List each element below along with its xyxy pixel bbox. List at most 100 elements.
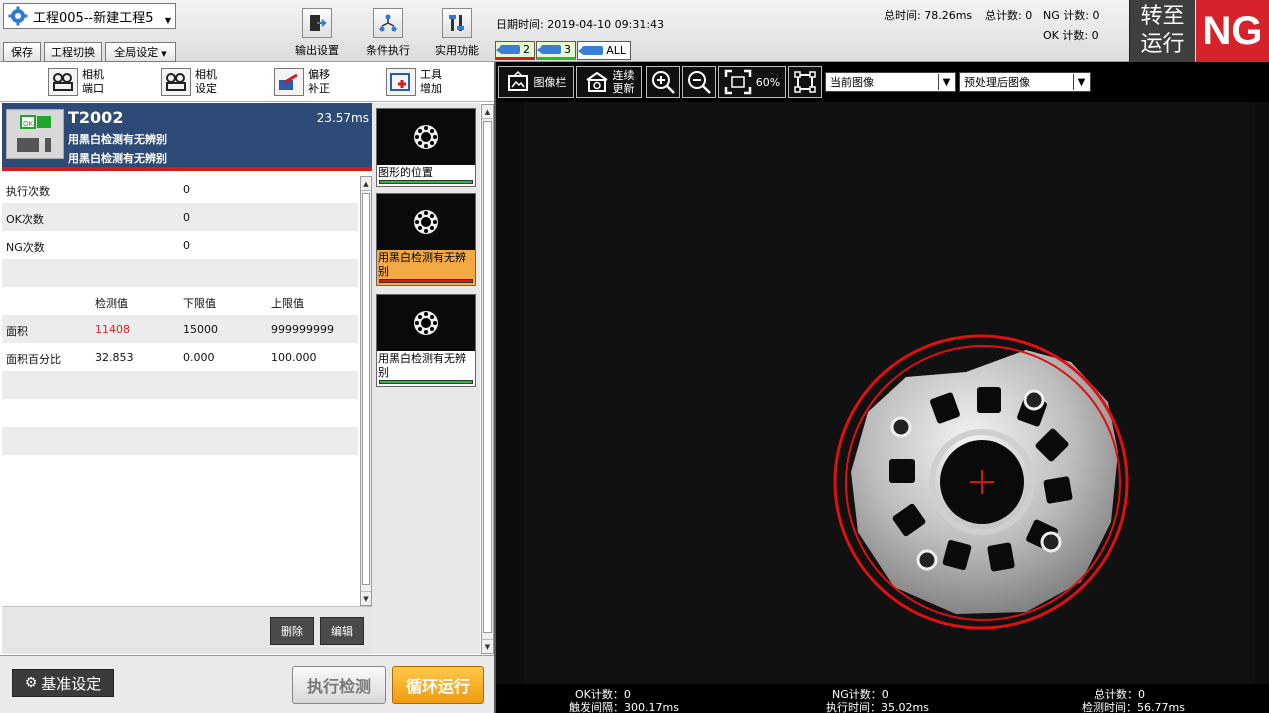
- tools-icon: [442, 8, 472, 38]
- image-icon: [507, 70, 528, 91]
- ok-count: OK 计数: 0: [1043, 29, 1099, 42]
- ng-count: NG 计数: 0: [1043, 9, 1100, 22]
- chevron-down-icon[interactable]: ▼: [482, 639, 493, 653]
- add-tool-button[interactable]: 工具 增加: [386, 68, 442, 96]
- global-settings-button[interactable]: 全局设定 ▼: [105, 42, 176, 62]
- tool-thumbnail: OK: [6, 109, 64, 159]
- exec-time: 执行时间：35.02ms: [826, 701, 929, 713]
- current-image-select[interactable]: 当前图像 ▼: [825, 72, 956, 92]
- status-bar-ng: [379, 279, 473, 283]
- zoom-in-icon: [652, 71, 675, 94]
- add-tool-icon: [386, 68, 416, 96]
- utility-button[interactable]: 实用功能: [435, 8, 479, 58]
- parameter-footer: 删除 编辑: [2, 606, 372, 654]
- zoom-out-icon: [688, 71, 711, 94]
- table-row: OK次数 0: [2, 203, 358, 231]
- camera-all-button[interactable]: ALL: [577, 41, 631, 60]
- save-button[interactable]: 保存: [3, 42, 41, 62]
- total-time: 总时间: 78.26ms: [884, 9, 973, 22]
- offset-icon: [274, 68, 304, 96]
- table-row: [2, 259, 358, 287]
- tool-description: 用黑白检测有无辨别: [68, 133, 167, 146]
- project-switch-button[interactable]: 工程切换: [44, 42, 102, 62]
- loop-run-button[interactable]: 循环运行: [392, 666, 484, 704]
- top-toolbar: 工程005--新建工程5 ▼ 保存 工程切换 全局设定 ▼ 输出设置 条件执行 实…: [0, 0, 1269, 62]
- table-row: 执行次数 0: [6, 183, 190, 198]
- processed-image-select[interactable]: 预处理后图像 ▼: [959, 72, 1091, 92]
- total-count: 总计数: 0: [985, 9, 1033, 22]
- camera-settings-icon: [161, 68, 191, 96]
- status-bar-ok: [379, 180, 473, 184]
- chevron-down-icon: ▼: [1073, 74, 1089, 90]
- table-header-row: 检测值 下限值 上限值: [95, 297, 304, 310]
- camera-icon: [496, 45, 520, 54]
- chevron-down-icon: ▼: [164, 16, 171, 25]
- bottom-action-bar: ⚙ 基准设定 执行检测 循环运行: [0, 655, 494, 713]
- edit-button[interactable]: 编辑: [320, 617, 364, 645]
- tool-thumbnail: [377, 295, 475, 351]
- branch-icon: [373, 8, 403, 38]
- refresh-camera-icon: [585, 71, 608, 92]
- table-row[interactable]: 面积 11408 15000 999999999: [2, 315, 358, 343]
- camera-3-button[interactable]: 3: [536, 41, 576, 60]
- camera-icon: [577, 46, 604, 55]
- tool-thumbnail: [377, 194, 475, 250]
- list-item[interactable]: 用黑白检测有无辨别: [376, 294, 476, 387]
- image-viewer[interactable]: [496, 102, 1269, 684]
- image-bar-button[interactable]: 图像栏: [498, 66, 574, 98]
- scrollbar-thumb[interactable]: [483, 121, 492, 633]
- fit-zoom-button[interactable]: 60%: [718, 66, 786, 98]
- settings-icon: ⚙: [24, 675, 38, 691]
- go-to-run-button[interactable]: 转至 运行: [1129, 0, 1195, 62]
- trigger-interval: 触发间隔：300.17ms: [569, 701, 679, 713]
- status-bar-ok: [379, 380, 473, 384]
- table-row[interactable]: 面积百分比 32.853 0.000 100.000: [2, 343, 358, 371]
- roi-button[interactable]: [788, 66, 822, 98]
- project-name: 工程005--新建工程5: [33, 10, 154, 26]
- roi-icon: [794, 71, 816, 93]
- zoom-in-button[interactable]: [646, 66, 680, 98]
- tool-list: 图形的位置 用黑白检测有无辨别 用黑白检测有无辨别: [372, 103, 480, 654]
- camera-port-icon: [48, 68, 78, 96]
- chevron-down-icon[interactable]: ▼: [361, 591, 371, 605]
- camera-settings-button[interactable]: 相机 设定: [161, 68, 217, 96]
- camera-2-button[interactable]: 2: [495, 41, 535, 60]
- table-row: [2, 371, 358, 399]
- svg-text:OK: OK: [23, 120, 34, 128]
- project-select[interactable]: 工程005--新建工程5 ▼: [3, 3, 176, 29]
- detect-time: 检测时间：56.77ms: [1082, 701, 1185, 713]
- camera-port-button[interactable]: 相机 端口: [48, 68, 104, 96]
- list-item-selected[interactable]: 用黑白检测有无辨别: [376, 193, 476, 286]
- inspection-image[interactable]: [496, 102, 1269, 684]
- table-row: [2, 399, 358, 427]
- tool-list-scrollbar[interactable]: ▲ ▼: [481, 104, 494, 654]
- tool-thumbnail: [377, 109, 475, 165]
- camera-icon: [537, 45, 561, 54]
- delete-button[interactable]: 删除: [270, 617, 314, 645]
- tool-id: T2002: [68, 108, 124, 127]
- camera-tools-bar: 相机 端口 相机 设定 偏移 补正 工具 增加: [0, 62, 494, 102]
- scrollbar-thumb[interactable]: [362, 193, 370, 585]
- tool-description: 用黑白检测有无辨别: [68, 152, 167, 165]
- chevron-down-icon: ▼: [938, 74, 954, 90]
- offset-correction-button[interactable]: 偏移 补正: [274, 68, 330, 96]
- parameter-scrollbar[interactable]: ▲ ▼: [360, 176, 372, 606]
- ng-status-indicator: NG: [1196, 0, 1269, 62]
- chevron-down-icon: ▼: [161, 50, 167, 58]
- condition-exec-button[interactable]: 条件执行: [366, 8, 410, 58]
- fit-screen-icon: [724, 69, 752, 95]
- zoom-out-button[interactable]: [682, 66, 716, 98]
- tool-header: OK T2002 23.57ms 用黑白检测有无辨别 用黑白检测有无辨别: [2, 103, 372, 171]
- chevron-up-icon[interactable]: ▲: [482, 105, 493, 119]
- list-item[interactable]: 图形的位置: [376, 108, 476, 187]
- base-settings-button[interactable]: ⚙ 基准设定: [12, 669, 114, 697]
- continuous-update-button[interactable]: 连续 更新: [576, 66, 642, 98]
- parameter-table: 执行次数 0 OK次数 0 NG次数 0 检测值 下限值 上限值 面积 1140…: [2, 175, 358, 606]
- chevron-up-icon[interactable]: ▲: [361, 177, 371, 191]
- execute-inspection-button[interactable]: 执行检测: [292, 666, 386, 704]
- viewer-status-bar: OK计数：0 触发间隔：300.17ms NG计数：0 执行时间：35.02ms…: [496, 684, 1269, 713]
- zoom-level: 60%: [755, 75, 781, 89]
- app-window: 工程005--新建工程5 ▼ 保存 工程切换 全局设定 ▼ 输出设置 条件执行 实…: [0, 0, 1269, 713]
- table-row: [2, 427, 358, 455]
- output-settings-button[interactable]: 输出设置: [295, 8, 339, 58]
